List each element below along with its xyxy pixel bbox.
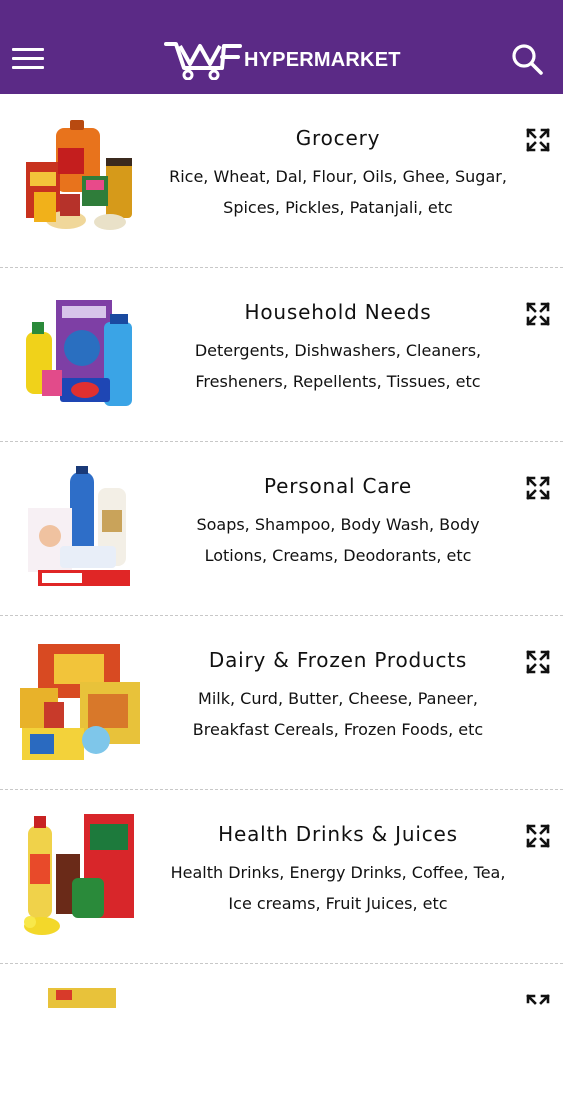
partial-products-image — [48, 988, 116, 1008]
expand-icon[interactable] — [526, 824, 550, 848]
category-row-dairy-frozen[interactable]: Dairy & Frozen Products Milk, Curd, Butt… — [0, 616, 563, 790]
category-row-grocery[interactable]: Grocery Rice, Wheat, Dal, Flour, Oils, G… — [0, 94, 563, 268]
category-description-line: Rice, Wheat, Dal, Flour, Oils, Ghee, Sug… — [169, 167, 507, 186]
category-description-line: Breakfast Cereals, Frozen Foods, etc — [192, 720, 484, 739]
hamburger-menu-icon[interactable] — [12, 44, 44, 72]
category-description-line: Lotions, Creams, Deodorants, etc — [204, 546, 472, 565]
grocery-products-image — [26, 120, 132, 230]
personal-care-products-image — [28, 466, 130, 586]
expand-icon[interactable] — [526, 128, 550, 152]
category-description-line: Fresheners, Repellents, Tissues, etc — [195, 372, 481, 391]
category-row-household-needs[interactable]: Household Needs Detergents, Dishwashers,… — [0, 268, 563, 442]
app-bar: HYPERMARKET — [0, 0, 563, 94]
category-row-personal-care[interactable]: Personal Care Soaps, Shampoo, Body Wash,… — [0, 442, 563, 616]
expand-icon[interactable] — [526, 476, 550, 500]
category-description-line: Ice creams, Fruit Juices, etc — [228, 894, 448, 913]
expand-icon[interactable] — [526, 650, 550, 674]
expand-icon[interactable] — [526, 302, 550, 326]
category-title: Household Needs — [244, 300, 432, 324]
dairy-frozen-products-image — [20, 644, 140, 760]
category-description-line: Soaps, Shampoo, Body Wash, Body — [196, 515, 480, 534]
category-title: Grocery — [295, 126, 381, 150]
brand-name: HYPERMARKET — [244, 48, 401, 71]
category-list: Grocery Rice, Wheat, Dal, Flour, Oils, G… — [0, 94, 563, 1044]
category-description-line: Spices, Pickles, Patanjali, etc — [223, 198, 453, 217]
health-drinks-products-image — [24, 814, 134, 935]
category-row-health-drinks[interactable]: Health Drinks & Juices Health Drinks, En… — [0, 790, 563, 964]
category-title: Dairy & Frozen Products — [208, 648, 468, 672]
cart-logo-icon — [164, 42, 242, 80]
brand-logo[interactable]: HYPERMARKET — [164, 40, 401, 80]
category-row-partial[interactable] — [0, 964, 563, 1044]
category-description-line: Detergents, Dishwashers, Cleaners, — [194, 341, 482, 360]
category-title: Personal Care — [263, 474, 413, 498]
category-description-line: Milk, Curd, Butter, Cheese, Paneer, — [198, 689, 478, 708]
search-icon[interactable] — [510, 42, 544, 76]
category-description-line: Health Drinks, Energy Drinks, Coffee, Te… — [170, 863, 506, 882]
category-title: Health Drinks & Juices — [218, 822, 458, 846]
household-products-image — [26, 300, 132, 406]
expand-icon[interactable] — [526, 994, 550, 1018]
